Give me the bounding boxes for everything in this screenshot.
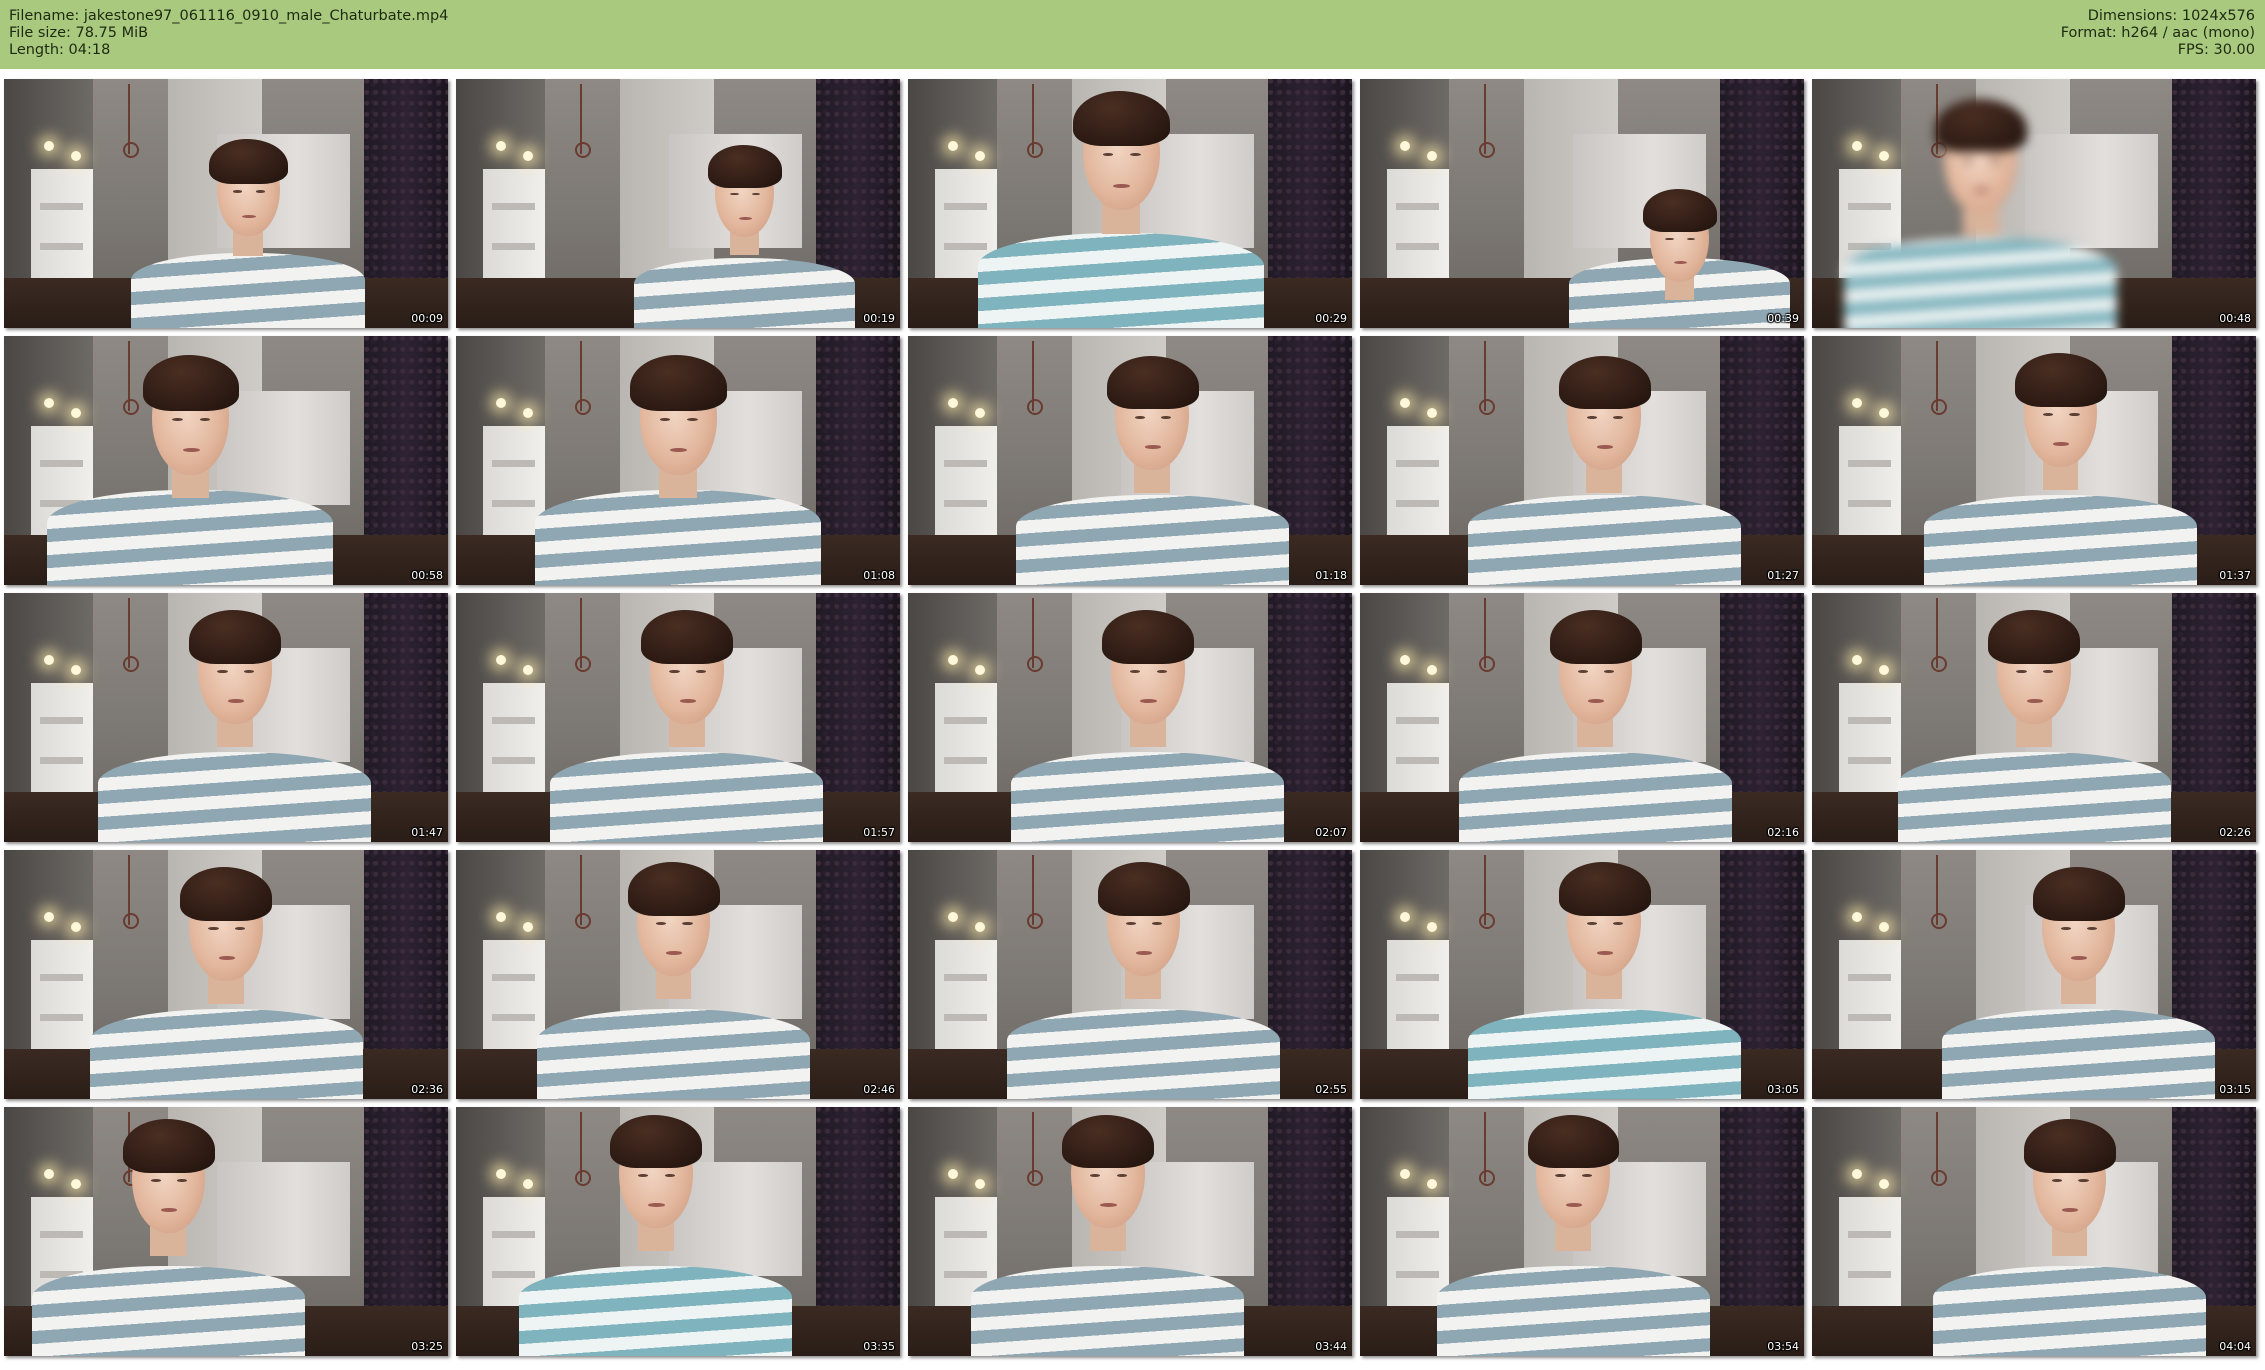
- fps-label: FPS: 30.00: [2177, 42, 2255, 58]
- filename-label: Filename: jakestone97_061116_0910_male_C…: [9, 8, 449, 24]
- streamer-figure: [456, 79, 900, 328]
- frame-timestamp: 03:05: [1767, 1083, 1799, 1096]
- frame-timestamp: 02:26: [2219, 826, 2251, 839]
- streamer-figure: [1812, 1107, 2256, 1356]
- video-frame-thumbnail: 01:08: [456, 336, 900, 585]
- video-frame-thumbnail: 03:15: [1812, 850, 2256, 1099]
- video-frame-thumbnail: 01:47: [4, 593, 448, 842]
- streamer-figure: [1360, 593, 1804, 842]
- video-frame-thumbnail: 03:35: [456, 1107, 900, 1356]
- frame-timestamp: 01:47: [411, 826, 443, 839]
- frame-timestamp: 00:09: [411, 312, 443, 325]
- video-frame-thumbnail: 01:37: [1812, 336, 2256, 585]
- streamer-figure: [4, 336, 448, 585]
- format-label: Format: h264 / aac (mono): [2060, 25, 2255, 41]
- frame-timestamp: 01:37: [2219, 569, 2251, 582]
- video-frame-thumbnail: 03:05: [1360, 850, 1804, 1099]
- file-info-right: Dimensions: 1024x576 Format: h264 / aac …: [2061, 8, 2255, 59]
- frame-timestamp: 02:16: [1767, 826, 1799, 839]
- streamer-figure: [1360, 1107, 1804, 1356]
- streamer-figure: [1360, 79, 1804, 328]
- streamer-figure: [908, 850, 1352, 1099]
- video-frame-thumbnail: 02:07: [908, 593, 1352, 842]
- length-label: Length: 04:18: [9, 42, 111, 58]
- frame-timestamp: 04:04: [2219, 1340, 2251, 1353]
- thumbnail-grid: 00:09 00:19 00:29 00:39 00:48 00:58 01:08 01:18…: [4, 79, 2256, 1356]
- streamer-figure: [908, 1107, 1352, 1356]
- video-frame-thumbnail: 03:54: [1360, 1107, 1804, 1356]
- video-frame-thumbnail: 03:44: [908, 1107, 1352, 1356]
- frame-timestamp: 01:57: [863, 826, 895, 839]
- streamer-figure: [1812, 79, 2256, 328]
- streamer-figure: [908, 593, 1352, 842]
- streamer-figure: [456, 850, 900, 1099]
- video-frame-thumbnail: 02:36: [4, 850, 448, 1099]
- streamer-figure: [456, 1107, 900, 1356]
- video-frame-thumbnail: 00:09: [4, 79, 448, 328]
- video-frame-thumbnail: 02:55: [908, 850, 1352, 1099]
- streamer-figure: [1360, 850, 1804, 1099]
- streamer-figure: [1360, 336, 1804, 585]
- file-info-header: Filename: jakestone97_061116_0910_male_C…: [0, 0, 2265, 69]
- frame-timestamp: 02:07: [1315, 826, 1347, 839]
- video-frame-thumbnail: 02:16: [1360, 593, 1804, 842]
- streamer-figure: [1812, 336, 2256, 585]
- video-frame-thumbnail: 04:04: [1812, 1107, 2256, 1356]
- frame-timestamp: 00:39: [1767, 312, 1799, 325]
- frame-timestamp: 02:46: [863, 1083, 895, 1096]
- frame-timestamp: 02:55: [1315, 1083, 1347, 1096]
- streamer-figure: [4, 1107, 448, 1356]
- streamer-figure: [4, 850, 448, 1099]
- streamer-figure: [1812, 593, 2256, 842]
- video-frame-thumbnail: 00:48: [1812, 79, 2256, 328]
- streamer-figure: [908, 336, 1352, 585]
- video-frame-thumbnail: 00:29: [908, 79, 1352, 328]
- streamer-figure: [1812, 850, 2256, 1099]
- video-frame-thumbnail: 02:46: [456, 850, 900, 1099]
- frame-timestamp: 03:25: [411, 1340, 443, 1353]
- frame-timestamp: 03:44: [1315, 1340, 1347, 1353]
- frame-timestamp: 01:08: [863, 569, 895, 582]
- video-frame-thumbnail: 01:18: [908, 336, 1352, 585]
- video-frame-thumbnail: 01:57: [456, 593, 900, 842]
- streamer-figure: [4, 79, 448, 328]
- streamer-figure: [908, 79, 1352, 328]
- video-frame-thumbnail: 03:25: [4, 1107, 448, 1356]
- video-frame-thumbnail: 00:58: [4, 336, 448, 585]
- file-info-left: Filename: jakestone97_061116_0910_male_C…: [9, 8, 448, 59]
- video-frame-thumbnail: 00:39: [1360, 79, 1804, 328]
- streamer-figure: [456, 593, 900, 842]
- frame-timestamp: 00:29: [1315, 312, 1347, 325]
- streamer-figure: [456, 336, 900, 585]
- frame-timestamp: 00:58: [411, 569, 443, 582]
- frame-timestamp: 00:19: [863, 312, 895, 325]
- frame-timestamp: 02:36: [411, 1083, 443, 1096]
- dimensions-label: Dimensions: 1024x576: [2087, 8, 2255, 24]
- frame-timestamp: 00:48: [2219, 312, 2251, 325]
- frame-timestamp: 03:54: [1767, 1340, 1799, 1353]
- video-frame-thumbnail: 02:26: [1812, 593, 2256, 842]
- frame-timestamp: 01:18: [1315, 569, 1347, 582]
- frame-timestamp: 01:27: [1767, 569, 1799, 582]
- frame-timestamp: 03:35: [863, 1340, 895, 1353]
- frame-timestamp: 03:15: [2219, 1083, 2251, 1096]
- filesize-label: File size: 78.75 MiB: [9, 25, 149, 41]
- video-frame-thumbnail: 00:19: [456, 79, 900, 328]
- video-frame-thumbnail: 01:27: [1360, 336, 1804, 585]
- streamer-figure: [4, 593, 448, 842]
